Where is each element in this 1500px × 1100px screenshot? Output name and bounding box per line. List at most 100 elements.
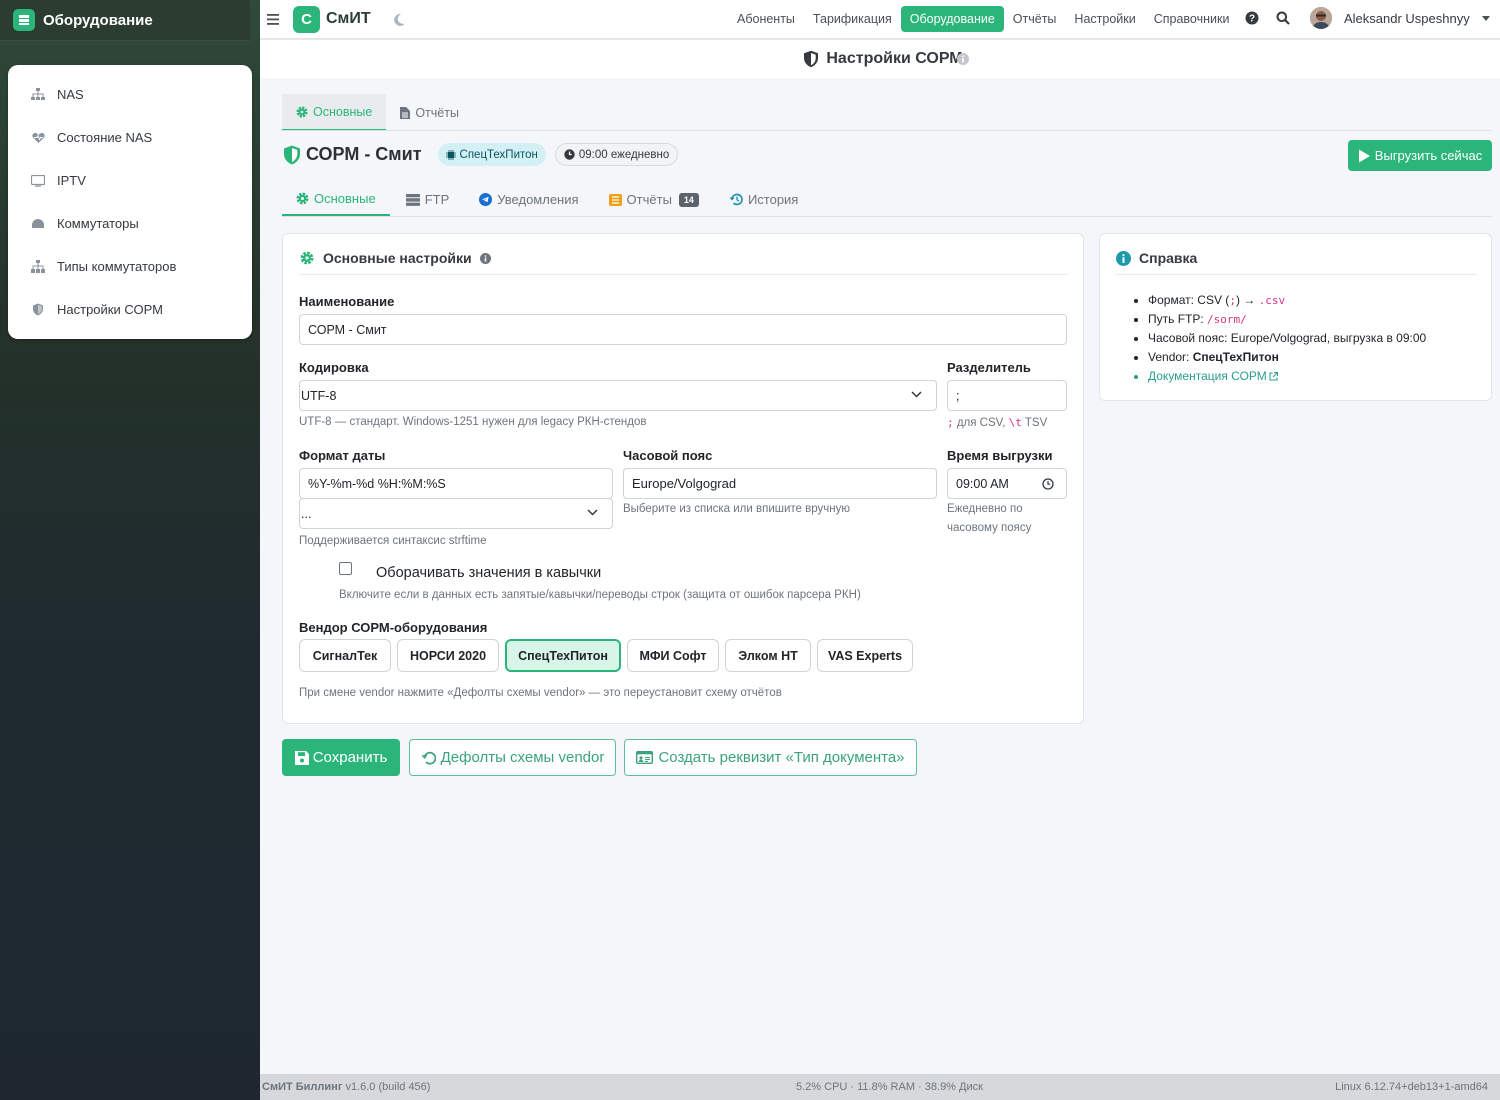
- vendor-badge-label: СпецТехПитон: [459, 148, 538, 161]
- sidebar-brand-title: Оборудование: [43, 11, 153, 29]
- play-icon: [1358, 149, 1375, 163]
- sidebar-item-sorm-settings[interactable]: Настройки СОРМ: [8, 288, 252, 331]
- quote-values-label[interactable]: Оборачивать значения в кавычки: [376, 565, 601, 581]
- gear-icon: [300, 251, 314, 265]
- switch-icon: [30, 216, 46, 232]
- nav-dictionaries[interactable]: Справочники: [1145, 6, 1239, 32]
- subtab-main[interactable]: Основные: [282, 183, 390, 216]
- help-format-mid: ) →: [1235, 293, 1259, 307]
- tab-label: Отчёты: [626, 192, 672, 207]
- page-title: Настройки СОРМ: [826, 50, 963, 67]
- export-time-input[interactable]: 09:00 AM: [947, 468, 1067, 499]
- subtab-notifications[interactable]: Уведомления: [465, 183, 592, 216]
- sidebar-item-switches[interactable]: Коммутаторы: [8, 202, 252, 245]
- create-requisite-button[interactable]: Создать реквизит «Тип документа»: [624, 739, 917, 776]
- help-list: Формат: CSV (;) → .csv Путь FTP: /sorm/ …: [1148, 291, 1426, 386]
- export-time-label: Время выгрузки: [947, 448, 1053, 463]
- sidebar-item-nas[interactable]: NAS: [8, 73, 252, 116]
- top-navigation: Абоненты Тарификация Оборудование Отчёты…: [728, 0, 1238, 38]
- page-header: Настройки СОРМ: [260, 40, 1500, 78]
- encoding-select[interactable]: UTF-8: [299, 380, 937, 411]
- tab-reports[interactable]: Отчёты: [386, 94, 473, 131]
- vendor-help: При смене vendor нажмите «Дефолты схемы …: [299, 687, 782, 699]
- list-item: Формат: CSV (;) → .csv: [1148, 291, 1426, 310]
- help-vendor-prefix: Vendor:: [1148, 350, 1193, 364]
- sidebar-item-iptv[interactable]: IPTV: [8, 159, 252, 202]
- vendor-button-mfi-soft[interactable]: МФИ Софт: [627, 639, 719, 672]
- vendor-button-spectehpiton[interactable]: СпецТехПитон: [505, 639, 621, 672]
- sidebar-item-nas-status[interactable]: Состояние NAS: [8, 116, 252, 159]
- logo-text[interactable]: СмИТ: [326, 10, 371, 28]
- nav-settings[interactable]: Настройки: [1065, 6, 1144, 32]
- export-time-help: часовому поясу: [947, 522, 1032, 534]
- name-label: Наименование: [299, 294, 395, 309]
- nav-reports[interactable]: Отчёты: [1004, 6, 1066, 32]
- date-format-preset-select[interactable]: ...: [299, 498, 613, 529]
- hamburger-menu-icon[interactable]: [262, 8, 284, 30]
- tab-main[interactable]: Основные: [282, 94, 387, 131]
- sidebar: Оборудование NAS Состояние NAS IPTV Комм…: [0, 0, 260, 1100]
- vendor-button-vas-experts[interactable]: VAS Experts: [817, 639, 913, 672]
- history-icon: [729, 193, 748, 206]
- nav-equipment[interactable]: Оборудование: [900, 6, 1004, 32]
- docs-link[interactable]: Документация СОРМ: [1148, 369, 1267, 383]
- footer-app-name: СмИТ Биллинг: [262, 1081, 343, 1093]
- nav-subscribers[interactable]: Абоненты: [728, 6, 804, 32]
- help-title: Справка: [1139, 250, 1198, 266]
- timezone-input[interactable]: Europe/Volgograd: [623, 468, 937, 499]
- export-now-button[interactable]: Выгрузить сейчас: [1348, 140, 1492, 171]
- help-ftp-prefix: Путь FTP:: [1148, 312, 1208, 326]
- id-card-icon: [636, 751, 658, 764]
- date-format-input[interactable]: %Y-%m-%d %H:%M:%S: [299, 468, 613, 499]
- schedule-badge-label: 09:00 ежедневно: [578, 148, 670, 161]
- topbar: С СмИТ Абоненты Тарификация Оборудование…: [260, 0, 1500, 40]
- sidebar-item-label: Состояние NAS: [57, 130, 153, 145]
- sidebar-item-label: IPTV: [57, 173, 86, 188]
- footer-version: СмИТ Биллинг v1.6.0 (build 456): [262, 1081, 430, 1093]
- svg-text:?: ?: [1249, 14, 1255, 25]
- logo-icon[interactable]: С: [293, 5, 320, 33]
- sidebar-item-label: NAS: [57, 87, 84, 102]
- search-icon[interactable]: [1276, 11, 1290, 25]
- chip-icon: [445, 149, 460, 160]
- name-input[interactable]: СОРМ - Смит: [299, 314, 1067, 345]
- list-item: Путь FTP: /sorm/: [1148, 310, 1426, 329]
- timezone-label: Часовой пояс: [623, 448, 713, 463]
- nav-tariffs[interactable]: Тарификация: [804, 6, 901, 32]
- sidebar-item-label: Коммутаторы: [57, 216, 139, 231]
- user-menu[interactable]: Aleksandr Uspeshnyy: [1310, 7, 1490, 29]
- external-link-icon: [1269, 372, 1278, 381]
- clock-icon[interactable]: [1042, 478, 1054, 490]
- save-button[interactable]: Сохранить: [282, 739, 400, 776]
- encoding-value: UTF-8: [301, 388, 337, 403]
- tab-label: Уведомления: [497, 192, 579, 207]
- subtab-reports[interactable]: Отчёты 14: [595, 183, 713, 216]
- schedule-badge: 09:00 ежедневно: [554, 143, 679, 166]
- separator-input[interactable]: ;: [947, 380, 1067, 411]
- separator-label: Разделитель: [947, 360, 1031, 375]
- vendor-button-elkom[interactable]: Элком НТ: [725, 639, 811, 672]
- floppy-icon: [294, 750, 313, 765]
- vendor-defaults-button[interactable]: Дефолты схемы vendor: [409, 739, 616, 776]
- info-icon[interactable]: [957, 53, 969, 65]
- info-icon: [1116, 250, 1131, 266]
- vendor-button-norsi[interactable]: НОРСИ 2020: [397, 639, 499, 672]
- chevron-down-icon: [587, 509, 598, 516]
- sorm-header: СОРМ - Смит СпецТехПитон 09:00 ежедневно: [283, 143, 679, 166]
- subtab-history[interactable]: История: [715, 183, 812, 216]
- separator-help-text: для CSV,: [953, 417, 1009, 429]
- subtab-ftp[interactable]: FTP: [392, 183, 464, 216]
- info-icon[interactable]: [479, 252, 491, 264]
- help-icon[interactable]: ?: [1245, 11, 1259, 25]
- sidebar-brand[interactable]: Оборудование: [0, 0, 250, 41]
- quote-values-checkbox[interactable]: [339, 562, 352, 575]
- create-requisite-label: Создать реквизит «Тип документа»: [658, 749, 905, 766]
- separator-help: ; для CSV, \t TSV: [947, 416, 1047, 429]
- shield-check-icon: [283, 145, 301, 165]
- moon-icon[interactable]: [393, 13, 406, 26]
- sidebar-item-switch-types[interactable]: Типы коммутаторов: [8, 245, 252, 288]
- network-icon: [30, 87, 46, 103]
- vendor-button-signaltek[interactable]: СигналТек: [299, 639, 391, 672]
- tab-label: FTP: [424, 192, 450, 207]
- heart-pulse-icon: [30, 130, 46, 146]
